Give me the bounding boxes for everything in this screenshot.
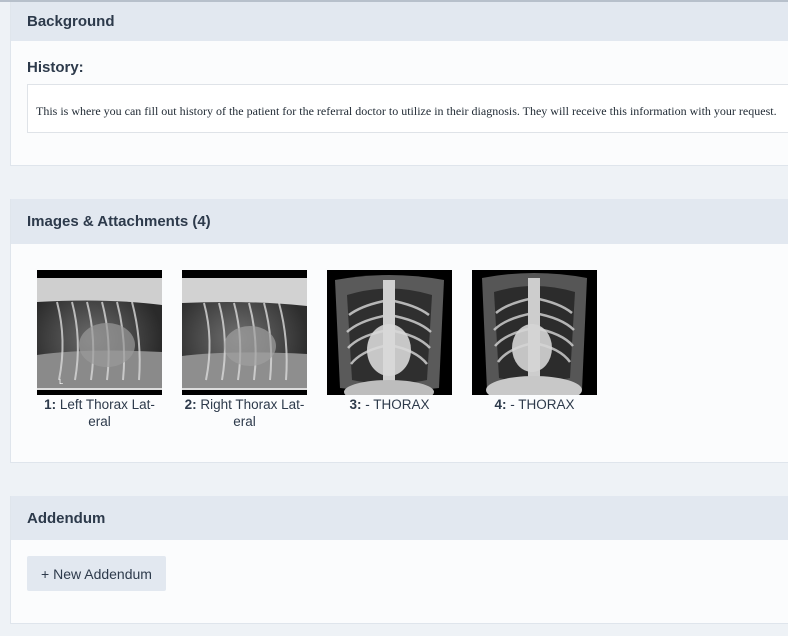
image-caption-2[interactable]: 2: Right Thorax Lat-eral <box>182 396 307 430</box>
addendum-panel: Addendum + New Addendum <box>10 496 788 624</box>
history-text[interactable]: This is where you can fill out history o… <box>27 84 788 133</box>
image-thumbnail-3[interactable]: 3: - THORAX <box>327 270 452 413</box>
image-thumbnail-1[interactable]: L 1: Left Thorax Lat-eral <box>37 270 162 430</box>
image-caption-4[interactable]: 4: - THORAX <box>472 396 597 413</box>
image-caption-1[interactable]: 1: Left Thorax Lat-eral <box>37 396 162 430</box>
background-header: Background <box>11 2 788 41</box>
xray-lateral-image[interactable] <box>182 270 307 395</box>
images-header: Images & Attachments (4) <box>11 199 788 244</box>
svg-text:L: L <box>59 378 63 386</box>
image-thumbnail-2[interactable]: 2: Right Thorax Lat-eral <box>182 270 307 430</box>
history-label: History: <box>27 59 84 76</box>
background-panel: Background History: This is where you ca… <box>10 2 788 166</box>
image-caption-3[interactable]: 3: - THORAX <box>327 396 452 413</box>
xray-lateral-image[interactable]: L <box>37 270 162 395</box>
image-thumbnail-4[interactable]: 4: - THORAX <box>472 270 597 413</box>
xray-vd-image[interactable] <box>472 270 597 395</box>
images-panel: Images & Attachments (4) L 1: Left Thora… <box>10 199 788 463</box>
xray-vd-image[interactable] <box>327 270 452 395</box>
new-addendum-button[interactable]: + New Addendum <box>27 556 166 591</box>
addendum-header: Addendum <box>11 496 788 540</box>
